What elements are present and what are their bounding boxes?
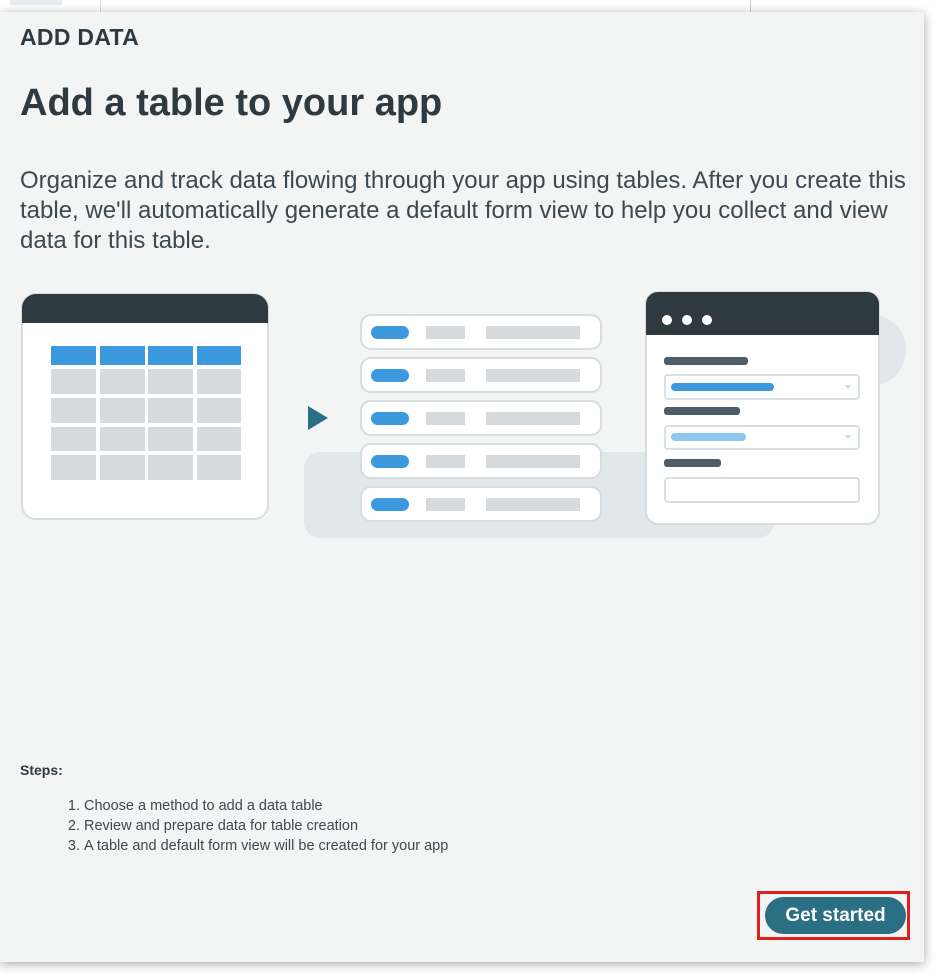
form-view-illustration [645, 291, 880, 525]
steps-label: Steps: [20, 762, 63, 778]
record-list-illustration [360, 314, 602, 522]
step-item: Choose a method to add a data table [84, 796, 448, 816]
add-table-illustration [21, 291, 906, 538]
step-item: Review and prepare data for table creati… [84, 816, 448, 836]
dialog-title: Add a table to your app [20, 82, 443, 124]
get-started-button[interactable]: Get started [765, 897, 906, 934]
table-illustration [21, 293, 269, 520]
dialog-description: Organize and track data flowing through … [20, 167, 906, 254]
background-window-fragment [10, 0, 62, 5]
step-item: A table and default form view will be cr… [84, 836, 448, 856]
add-data-dialog: ADD DATA Add a table to your app Organiz… [0, 12, 924, 962]
dialog-eyebrow: ADD DATA [20, 24, 140, 50]
steps-list: Choose a method to add a data table Revi… [64, 796, 448, 856]
play-arrow-icon [308, 406, 328, 430]
